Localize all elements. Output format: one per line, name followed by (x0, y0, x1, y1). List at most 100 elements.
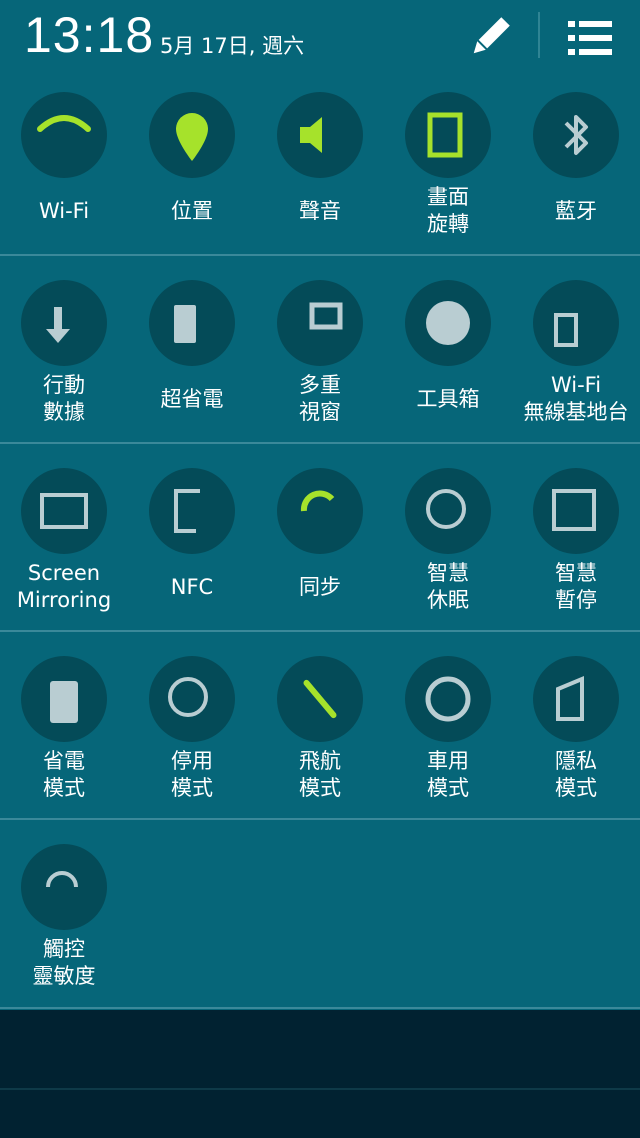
toggle-label: 隱私 模式 (512, 748, 640, 802)
toggle-button[interactable] (533, 468, 619, 554)
toggle-label-line: NFC (170, 575, 214, 599)
toggle-button[interactable] (149, 92, 235, 178)
smart-pause-icon (552, 489, 596, 531)
sound-icon (300, 117, 322, 153)
toggle-label-line: 行動 (43, 373, 85, 397)
toggle-label: 車用 模式 (384, 748, 512, 802)
toggle-label: Wi-Fi (0, 198, 128, 225)
toggle-button[interactable] (277, 656, 363, 742)
nav-divider (0, 1088, 640, 1090)
toggle-label-line: 畫面 (427, 185, 469, 209)
toggle-button[interactable] (533, 92, 619, 178)
toggle-location[interactable]: 位置 (128, 72, 256, 258)
toggle-label-line: Mirroring (16, 588, 112, 612)
private-mode-icon (556, 676, 584, 721)
toggle-nfc[interactable]: NFC (128, 448, 256, 634)
toggle-label-line: 智慧 (427, 561, 469, 585)
toggle-screen-mirroring[interactable]: Screen Mirroring (0, 448, 128, 634)
toggle-toolbox[interactable]: 工具箱 (384, 260, 512, 446)
toggle-button[interactable] (405, 280, 491, 366)
toggle-sync[interactable]: 同步 (256, 448, 384, 634)
power-saving-icon (50, 681, 78, 723)
toggle-label-line: 無線基地台 (523, 400, 629, 424)
toggle-label: 行動 數據 (0, 372, 128, 426)
bluetooth-icon (564, 115, 588, 155)
toggle-label-line: 模式 (43, 776, 85, 800)
toggle-ultra-power-saving[interactable]: 超省電 (128, 260, 256, 446)
toggle-button[interactable] (533, 656, 619, 742)
screen-mirroring-icon (40, 493, 88, 529)
toggle-label: 智慧 休眠 (384, 560, 512, 614)
toggle-sound[interactable]: 聲音 (256, 72, 384, 258)
toggle-airplane-mode[interactable]: 飛航 模式 (256, 636, 384, 822)
toggle-button[interactable] (277, 280, 363, 366)
toggle-label: 位置 (128, 198, 256, 225)
toggle-mobile-data[interactable]: 行動 數據 (0, 260, 128, 446)
hotspot-icon (554, 313, 578, 347)
toggle-blocking-mode[interactable]: 停用 模式 (128, 636, 256, 822)
toggle-label: Wi-Fi 無線基地台 (512, 372, 640, 426)
airplane-mode-icon (303, 679, 337, 719)
toggle-button[interactable] (149, 468, 235, 554)
toggle-label: 觸控 靈敏度 (0, 936, 128, 990)
multi-window-icon (309, 302, 343, 330)
status-header: 13:18 5月 17日, 週六 (0, 0, 640, 72)
toggle-label-line: 工具箱 (416, 387, 480, 411)
toggle-label-line: 智慧 (555, 561, 597, 585)
toggle-smart-stay[interactable]: 智慧 休眠 (384, 448, 512, 634)
toggle-car-mode[interactable]: 車用 模式 (384, 636, 512, 822)
toggle-label: NFC (128, 574, 256, 601)
toggle-label-line: 車用 (427, 749, 469, 773)
quick-settings-row: 觸控 靈敏度 (0, 824, 640, 1010)
toggle-button[interactable] (21, 468, 107, 554)
pencil-icon (473, 17, 510, 54)
toggle-label-line: 聲音 (299, 199, 341, 223)
toggle-button[interactable] (21, 844, 107, 930)
toggle-button[interactable] (21, 92, 107, 178)
toggle-touch-sensitivity[interactable]: 觸控 靈敏度 (0, 824, 128, 1010)
toggle-label-line: 藍牙 (555, 199, 597, 223)
toggle-button[interactable] (21, 656, 107, 742)
toggle-private-mode[interactable]: 隱私 模式 (512, 636, 640, 822)
toggle-label: 同步 (256, 574, 384, 601)
toggle-wifi[interactable]: Wi-Fi (0, 72, 128, 258)
toggle-button[interactable] (533, 280, 619, 366)
toggle-button[interactable] (149, 656, 235, 742)
toggle-button[interactable] (277, 92, 363, 178)
list-view-button[interactable] (566, 18, 614, 58)
toggle-label-line: Wi-Fi (38, 199, 90, 223)
toggle-multi-window[interactable]: 多重 視窗 (256, 260, 384, 446)
toggle-button[interactable] (405, 92, 491, 178)
toggle-label: 停用 模式 (128, 748, 256, 802)
sync-icon (300, 490, 335, 512)
touch-sensitivity-icon (46, 871, 78, 888)
edit-button[interactable] (466, 14, 514, 60)
toggle-label: 省電 模式 (0, 748, 128, 802)
toggle-label-line: 模式 (171, 776, 213, 800)
toggle-label-line: 多重 (299, 373, 341, 397)
toggle-button[interactable] (21, 280, 107, 366)
mobile-data-icon (46, 307, 70, 343)
ultra-power-saving-icon (174, 305, 196, 343)
toggle-button[interactable] (405, 468, 491, 554)
toggle-button[interactable] (405, 656, 491, 742)
toggle-label: 超省電 (128, 386, 256, 413)
toggle-power-saving[interactable]: 省電 模式 (0, 636, 128, 822)
car-mode-icon (425, 676, 471, 722)
toggle-screen-rotation[interactable]: 畫面 旋轉 (384, 72, 512, 258)
toggle-label-line: 視窗 (299, 400, 341, 424)
toggle-label: 多重 視窗 (256, 372, 384, 426)
toggle-smart-pause[interactable]: 智慧 暫停 (512, 448, 640, 634)
toggle-bluetooth[interactable]: 藍牙 (512, 72, 640, 258)
toggle-hotspot[interactable]: Wi-Fi 無線基地台 (512, 260, 640, 446)
toggle-label: 智慧 暫停 (512, 560, 640, 614)
toggle-button[interactable] (149, 280, 235, 366)
toggle-label-line: 模式 (299, 776, 341, 800)
toggle-label-line: Screen (27, 561, 101, 585)
toggle-label-line: 隱私 (555, 749, 597, 773)
nfc-icon (174, 489, 200, 533)
toggle-button[interactable] (277, 468, 363, 554)
quick-settings-row: Screen Mirroring NFC 同步 智慧 休眠 智慧 暫停 (0, 448, 640, 634)
toggle-label-line: 省電 (43, 749, 85, 773)
clock: 13:18 (24, 7, 155, 63)
